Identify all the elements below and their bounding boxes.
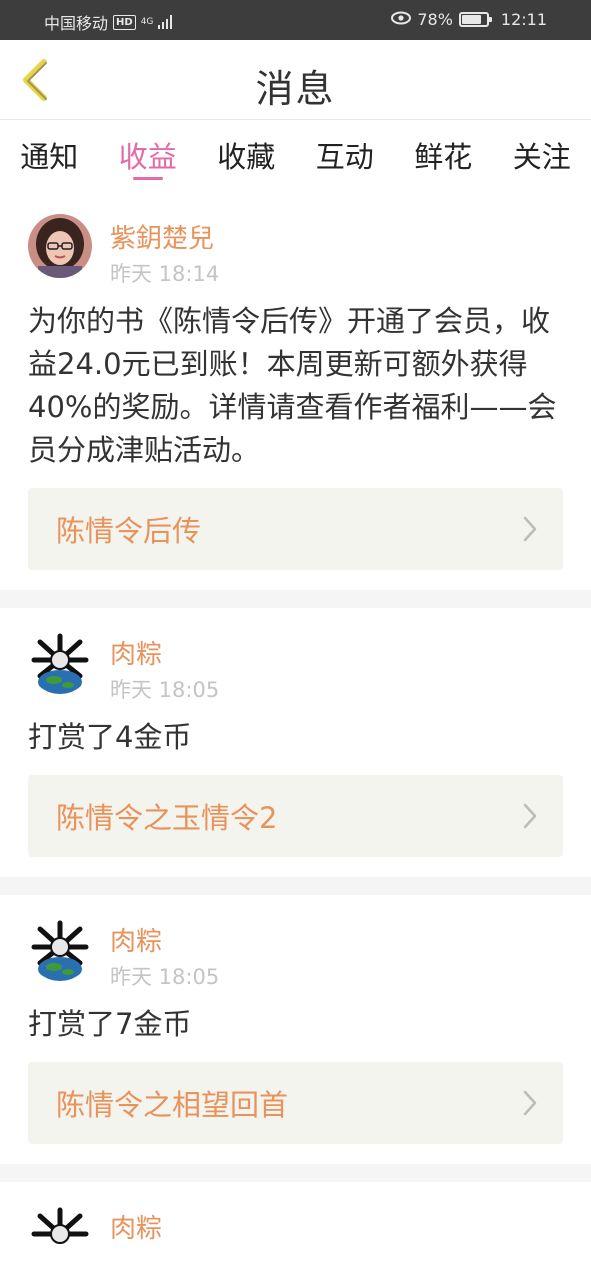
chevron-right-icon xyxy=(523,516,537,542)
tab-notifications[interactable]: 通知 xyxy=(1,120,97,192)
tab-interactions[interactable]: 互动 xyxy=(297,120,393,192)
tab-flowers[interactable]: 鲜花 xyxy=(395,120,491,192)
book-title: 陈情令之相望回首 xyxy=(56,1088,289,1122)
message-card: 肉粽 xyxy=(0,1182,591,1280)
eye-icon xyxy=(391,10,412,29)
avatar[interactable] xyxy=(28,630,92,694)
message-card: 紫鈅楚兒 昨天 18:14 为你的书《陈情令后传》开通了会员，收益24.0元已到… xyxy=(0,192,591,590)
network-type: 4G xyxy=(140,16,154,27)
tab-earnings[interactable]: 收益 xyxy=(100,120,196,192)
navigation-bar: 消息 xyxy=(0,40,591,120)
message-text: 打赏了7金币 xyxy=(28,1007,192,1041)
signal-icon xyxy=(158,15,173,29)
tab-bar: 通知 收益 收藏 互动 鲜花 关注 xyxy=(0,120,591,192)
book-link[interactable]: 陈情令之相望回首 xyxy=(28,1062,563,1144)
post-time: 昨天 18:14 xyxy=(110,262,220,286)
avatar[interactable] xyxy=(28,917,92,981)
message-text: 打赏了4金币 xyxy=(28,720,192,754)
section-divider xyxy=(0,590,591,608)
user-name[interactable]: 肉粽 xyxy=(110,634,162,671)
user-name[interactable]: 肉粽 xyxy=(110,1208,162,1245)
post-time: 昨天 18:05 xyxy=(110,678,220,702)
active-tab-indicator xyxy=(132,177,163,180)
message-feed: 紫鈅楚兒 昨天 18:14 为你的书《陈情令后传》开通了会员，收益24.0元已到… xyxy=(0,192,591,1280)
tab-favorites[interactable]: 收藏 xyxy=(198,120,294,192)
avatar[interactable] xyxy=(28,1204,92,1268)
book-title: 陈情令之玉情令2 xyxy=(56,801,278,835)
chevron-right-icon xyxy=(523,803,537,829)
chevron-right-icon xyxy=(523,1090,537,1116)
battery-percent: 78% xyxy=(417,10,453,29)
section-divider xyxy=(0,877,591,895)
carrier-label: 中国移动 xyxy=(44,14,109,33)
section-divider xyxy=(0,1164,591,1182)
message-card: 肉粽 昨天 18:05 打赏了4金币 陈情令之玉情令2 xyxy=(0,608,591,877)
hd-icon: HD xyxy=(113,14,136,30)
clock: 12:11 xyxy=(500,10,547,29)
message-card: 肉粽 昨天 18:05 打赏了7金币 陈情令之相望回首 xyxy=(0,895,591,1164)
post-time: 昨天 18:05 xyxy=(110,965,220,989)
book-title: 陈情令后传 xyxy=(56,514,202,548)
avatar[interactable] xyxy=(28,214,92,278)
page-title: 消息 xyxy=(255,67,336,111)
tab-follows[interactable]: 关注 xyxy=(494,120,590,192)
message-text: 为你的书《陈情令后传》开通了会员，收益24.0元已到账！本周更新可额外获得40%… xyxy=(28,304,557,467)
book-link[interactable]: 陈情令后传 xyxy=(28,488,563,570)
battery-icon xyxy=(458,12,492,27)
book-link[interactable]: 陈情令之玉情令2 xyxy=(28,775,563,857)
user-name[interactable]: 肉粽 xyxy=(110,921,162,958)
status-bar: 中国移动 HD 4G 78% 12:11 xyxy=(0,0,591,40)
user-name[interactable]: 紫鈅楚兒 xyxy=(110,218,214,255)
